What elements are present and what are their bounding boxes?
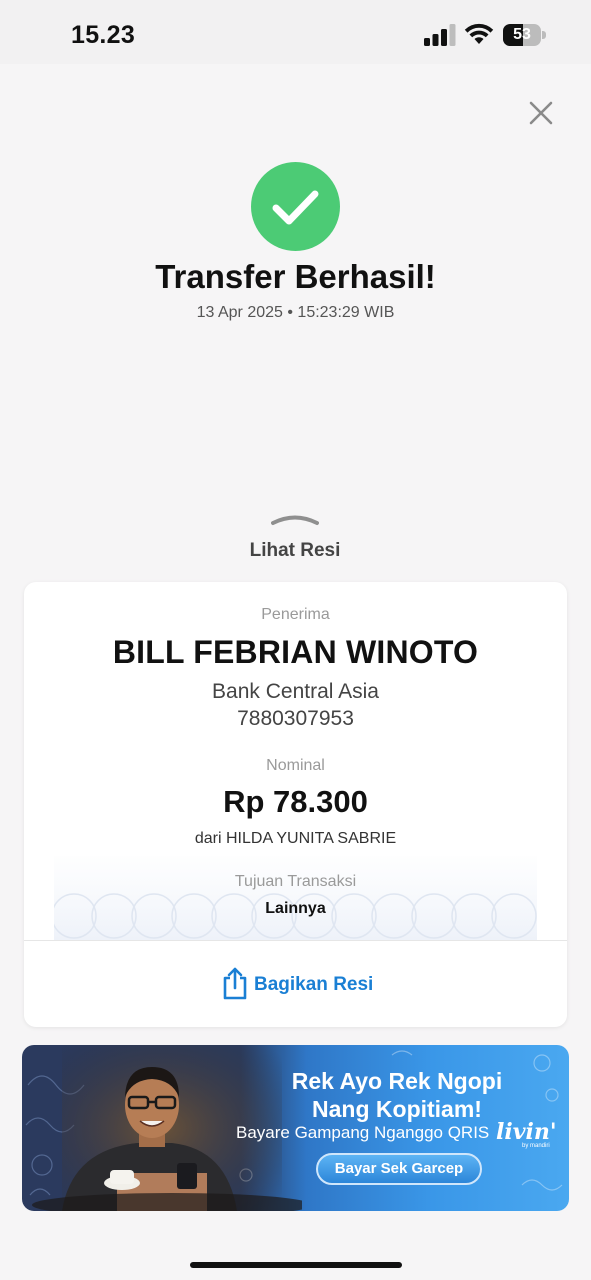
checkmark-icon bbox=[272, 190, 319, 225]
close-icon bbox=[529, 101, 553, 125]
view-receipt-label: Lihat Resi bbox=[249, 540, 341, 561]
purpose-value: Lainnya bbox=[265, 900, 326, 917]
share-icon bbox=[223, 967, 247, 1000]
status-bar: 15.23 53 bbox=[0, 0, 591, 64]
sender-name: dari HILDA YUNITA SABRIE bbox=[194, 830, 397, 847]
share-receipt-button[interactable]: Bagikan Resi bbox=[214, 964, 384, 1004]
transaction-timestamp: 13 Apr 2025 • 15:23:29 WIB bbox=[196, 304, 395, 321]
promo-headline-line2: Nang Kopitiam! bbox=[312, 1096, 482, 1122]
success-badge bbox=[251, 162, 340, 251]
promo-banner[interactable]: Rek Ayo Rek Ngopi Nang Kopitiam! Bayare … bbox=[22, 1045, 569, 1211]
purpose-label: Tujuan Transaksi bbox=[234, 873, 357, 890]
transfer-amount: Rp 78.300 bbox=[223, 784, 368, 819]
amount-label: Nominal bbox=[266, 757, 325, 774]
battery-level: 53 bbox=[513, 26, 531, 43]
brand-logo: livin' bbox=[496, 1119, 557, 1145]
promo-headline-line1: Rek Ayo Rek Ngopi bbox=[291, 1068, 503, 1094]
receipt-card: Penerima BILL FEBRIAN WINOTO Bank Centra… bbox=[24, 582, 567, 1027]
recipient-label: Penerima bbox=[261, 606, 330, 623]
promo-subtitle: Bayare Gampang Nganggo QRIS bbox=[236, 1123, 490, 1142]
close-button[interactable] bbox=[524, 96, 558, 130]
recipient-account-number: 7880307953 bbox=[237, 707, 354, 730]
chevron-up-icon bbox=[271, 515, 319, 525]
wifi-icon bbox=[464, 23, 494, 44]
home-indicator bbox=[190, 1262, 402, 1268]
recipient-name: BILL FEBRIAN WINOTO bbox=[112, 634, 479, 670]
promo-headline: Rek Ayo Rek Ngopi Nang Kopitiam! bbox=[262, 1067, 532, 1123]
brand-logo-sub: by mandiri bbox=[522, 1143, 550, 1149]
page-title: Transfer Berhasil! bbox=[155, 258, 436, 295]
background-pattern bbox=[54, 856, 537, 940]
divider bbox=[24, 940, 567, 941]
battery-icon: 53 bbox=[503, 24, 547, 46]
share-receipt-label: Bagikan Resi bbox=[254, 974, 374, 995]
promo-cta-button[interactable]: Bayar Sek Garcep bbox=[316, 1153, 482, 1185]
status-time: 15.23 bbox=[71, 21, 136, 49]
cellular-signal-icon bbox=[424, 24, 456, 46]
recipient-bank: Bank Central Asia bbox=[212, 680, 379, 703]
view-receipt-toggle[interactable]: Lihat Resi bbox=[225, 506, 365, 566]
